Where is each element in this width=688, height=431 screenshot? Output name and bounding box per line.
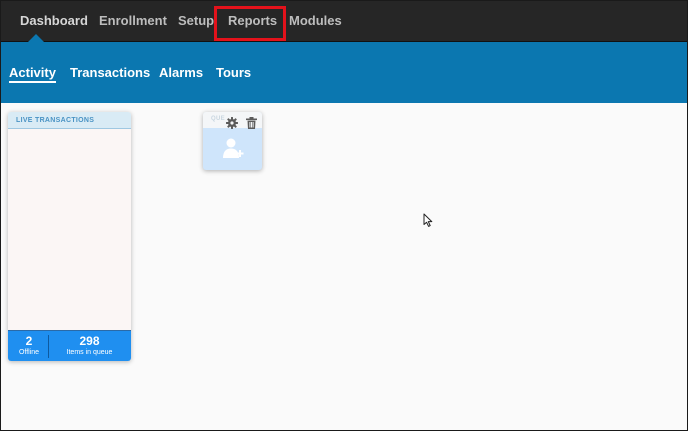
stat-divider: [48, 335, 49, 358]
tab-activity[interactable]: Activity: [9, 65, 56, 83]
queue-widget[interactable]: QUE: [203, 112, 262, 170]
tab-alarms[interactable]: Alarms: [159, 65, 203, 80]
active-nav-indicator: [28, 34, 44, 42]
mouse-cursor-icon: [423, 213, 433, 227]
nav-enrollment[interactable]: Enrollment: [99, 1, 167, 42]
live-transactions-widget[interactable]: LIVE TRANSACTIONS 2 Offline 298 Items in…: [8, 112, 131, 361]
offline-count: 2: [25, 334, 33, 348]
app-window: Dashboard Enrollment Setup Reports Modul…: [0, 0, 688, 431]
queue-label: Items in queue: [66, 349, 113, 356]
widget-stats-footer: 2 Offline 298 Items in queue: [8, 330, 131, 361]
queue-widget-title: QUE: [211, 116, 225, 122]
tab-transactions[interactable]: Transactions: [70, 65, 150, 80]
offline-label: Offline: [18, 349, 40, 356]
queue-count: 298: [79, 334, 100, 348]
trash-icon[interactable]: [246, 117, 257, 129]
gear-icon[interactable]: [226, 117, 238, 129]
nav-modules[interactable]: Modules: [289, 1, 342, 42]
reports-highlight-box: [214, 6, 286, 41]
top-navigation: Dashboard Enrollment Setup Reports Modul…: [1, 1, 687, 42]
add-user-icon[interactable]: [222, 137, 244, 159]
tab-tours[interactable]: Tours: [216, 65, 251, 80]
nav-setup[interactable]: Setup: [178, 1, 214, 42]
sub-navigation: Activity Transactions Alarms Tours: [1, 42, 687, 103]
widget-title: LIVE TRANSACTIONS: [8, 112, 131, 129]
offline-stat: 2 Offline: [10, 334, 48, 358]
queue-stat: 298 Items in queue: [50, 334, 129, 358]
